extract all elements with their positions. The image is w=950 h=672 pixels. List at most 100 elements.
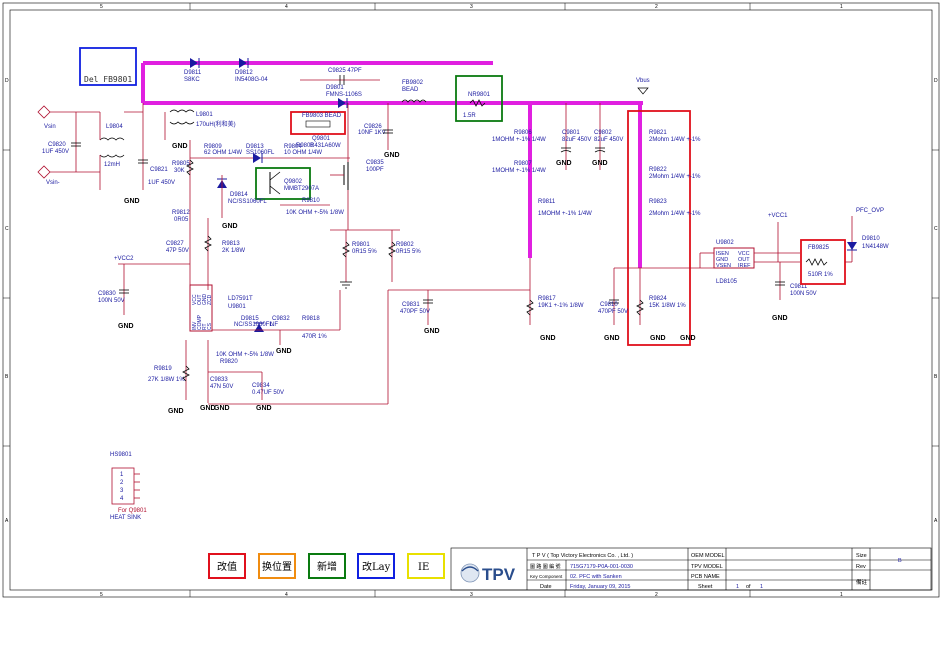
r9810-ref: R9810 [302,198,320,204]
r9818-ref: R9818 [302,316,320,322]
d9815-value: NC/SS1060FL [234,322,273,328]
q9801-ref: Q9801 [312,136,331,142]
vsin-plus-label: Vsin [44,124,56,130]
vcc1-label: +VCC1 [768,213,788,219]
r9823-value: 2Mohm 1/4W +-1% [649,211,701,217]
c9810-value: 470PF 50V [598,309,628,315]
tb-size: Size [856,553,867,559]
r9821-ref: R9821 [649,130,667,136]
c9826-value: 10NF 1KV [358,130,386,136]
nr9801-ref: NR9801 [468,92,491,98]
title-block: TPV T P V ( Top Victory Electronics Co. … [450,547,932,591]
r9811-value: 1MOHM +-1% 1/4W [538,211,592,217]
r9823-ref: R9823 [649,199,667,205]
u9801-pin: CS [207,322,213,330]
legend-item: IE [418,562,429,573]
gnd-label: GND [604,335,620,342]
fb9825-ref: FB9825 [808,245,830,251]
r9817-value: 19K1 +-1% 1/8W [538,303,584,309]
c9821-value: 1UF 450V [148,180,175,186]
c9831-value: 470PF 50V [400,309,430,315]
tb-sheet: Sheet [698,584,713,590]
gnd-label: GND [118,323,134,330]
r9806-value: 1MOHM +-1% 1/4W [492,137,546,143]
u9801-pin: ZCD [207,294,213,305]
l9804-value: 12mH [104,162,120,168]
u9802-pin: VSEN [716,263,731,269]
hs-pin: 3 [120,488,124,494]
hs-pin: 1 [120,472,124,478]
c9802-ref: C9802 [594,130,612,136]
c9833-ref: C9833 [210,377,228,383]
r9819-value: 27K 1/8W 1% [148,377,185,383]
r9821-r9824-box [627,110,691,346]
d9812-ref: D9812 [235,70,253,76]
r9817-ref: R9817 [538,296,556,302]
col-number: 2 [655,592,658,598]
tb-size-val: B [898,558,902,564]
fb9802-value: BEAD [402,87,419,93]
row-letter: A [5,518,9,524]
tpv-logo-mark [460,563,480,583]
r9822-value: 2Mohm 1/4W +-1% [649,174,701,180]
tb-oem-model: OEM MODEL [691,553,725,559]
r9807-value: 1MOHM +-1% 1/4W [492,168,546,174]
tb-tpv-model: TPV MODEL [691,564,723,570]
r9813-ref: R9813 [222,241,240,247]
c9825-label: C9825 47PF [328,68,362,74]
r9807-ref: R9807 [514,161,532,167]
vbus-label: Vbus [636,78,650,84]
c9830-ref: C9830 [98,291,116,297]
tb-sheet-of: of [746,584,751,590]
r9820-ref: R9820 [220,359,238,365]
col-number: 1 [840,4,843,10]
d9801-value: FMNS-1106S [326,92,362,98]
c9831-ref: C9831 [402,302,420,308]
r9806-ref: R9806 [514,130,532,136]
row-letter: A [934,518,938,524]
gnd-label: GND [124,198,140,205]
l9804-ref: L9804 [106,124,123,130]
u9802-part: LD8105 [716,279,738,285]
gnd-label: GND [384,152,400,159]
d9811-ref: D9811 [184,70,202,76]
r9822-ref: R9822 [649,167,667,173]
legend-item: 改Lay [362,560,391,573]
d9814-value: NC/SS1060FL [228,199,267,205]
tpv-logo: TPV [482,565,516,584]
d9801-ref: D9801 [326,85,344,91]
diode-d9810 [847,242,857,251]
r9810-value: 10K OHM +-5% 1/8W [286,210,344,216]
row-letter: D [934,78,938,84]
tb-note: 備註 [856,578,868,586]
tb-sheet-total: 1 [760,584,763,590]
gnd-label: GND [592,160,608,167]
col-number: 1 [840,592,843,598]
pfc-ovp-label: PFC_OVP [856,208,884,214]
c9801-ref: C9801 [562,130,580,136]
q9802-ref: Q9802 [284,179,303,185]
c9830-value: 100N 50V [98,298,125,304]
vsin-minus-label: Vsin- [46,180,60,186]
u9802-pin: IREF [738,263,751,269]
gnd-label: GND [556,160,572,167]
revision-legend: 改值 换位置 新增 改Lay IE [208,553,445,579]
tb-r3-value: Friday, January 09, 2015 [570,584,630,590]
u9801-ref: U9801 [228,304,246,310]
col-number: 5 [100,4,103,10]
c9834-ref: C9834 [252,383,270,389]
r9821-value: 2Mohm 1/4W +-1% [649,137,701,143]
col-number: 4 [285,592,288,598]
d9814-ref: D9814 [230,192,248,198]
gnd-label: GND [168,408,184,415]
tb-r1-value: 715G7179-P0A-001-0030 [570,564,633,570]
r9802-ref: R9802 [396,242,414,248]
d9812-value: IN5408G-04 [235,77,268,83]
r9802-value: 0R15 5% [396,249,421,255]
r9809-value: 62 OHM 1/4W [204,150,242,156]
c9833-value: 47N 50V [210,384,233,390]
r9805-value: 30K [174,168,185,174]
row-letter: C [934,226,938,232]
fb9825-value: 510R 1% [808,272,833,278]
gnd-label: GND [772,315,788,322]
